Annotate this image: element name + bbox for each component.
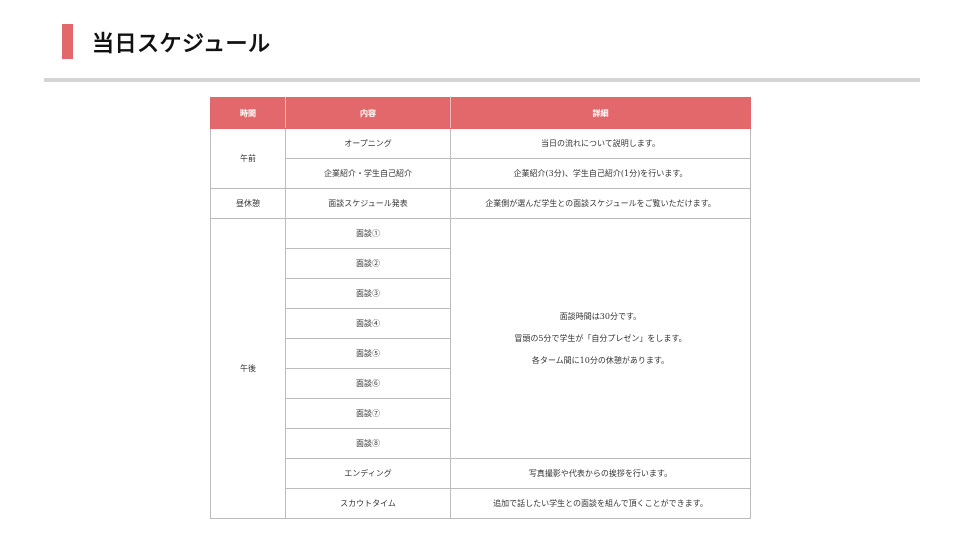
- detail-cell: 追加で話したい学生との面談を組んで頂くことができます。: [450, 488, 751, 519]
- title-divider: [44, 78, 920, 82]
- interview-cell: 面談⑤: [285, 338, 451, 369]
- detail-cell: 当日の流れについて説明します。: [450, 128, 751, 159]
- header-content: 内容: [285, 97, 451, 129]
- interview-detail-cell: 面談時間は30分です。 冒頭の5分で学生が「自分プレゼン」をします。 各ターム間…: [450, 218, 751, 459]
- interview-detail-line: 冒頭の5分で学生が「自分プレゼン」をします。: [514, 333, 687, 343]
- time-cell-lunch: 昼休憩: [210, 188, 286, 219]
- table-row: 午後 面談① 面談時間は30分です。 冒頭の5分で学生が「自分プレゼン」をします…: [210, 218, 751, 519]
- content-cell: エンディング: [285, 458, 451, 489]
- interview-cell: 面談⑧: [285, 428, 451, 459]
- table-row: 企業紹介・学生自己紹介 企業紹介(3分)、学生自己紹介(1分)を行います。: [211, 158, 751, 189]
- interview-cell: 面談⑥: [285, 368, 451, 399]
- table-row: スカウトタイム 追加で話したい学生との面談を組んで頂くことができます。: [211, 488, 751, 519]
- detail-cell: 企業側が選んだ学生との面談スケジュールをご覧いただけます。: [450, 188, 751, 219]
- interview-cell: 面談②: [285, 248, 451, 279]
- schedule-table: 時間 内容 詳細 午前 オープニング 当日の流れについて説明します。 企業紹介・…: [210, 97, 751, 519]
- content-cell: 面談スケジュール発表: [285, 188, 451, 219]
- header-time: 時間: [210, 97, 286, 129]
- time-cell-morning: 午前: [210, 128, 286, 189]
- detail-cell: 写真撮影や代表からの挨拶を行います。: [450, 458, 751, 489]
- content-cell: スカウトタイム: [285, 488, 451, 519]
- detail-cell: 企業紹介(3分)、学生自己紹介(1分)を行います。: [450, 158, 751, 189]
- table-row: 午前 オープニング 当日の流れについて説明します。: [210, 128, 751, 189]
- interview-cell: 面談①: [285, 218, 451, 249]
- content-cell: 企業紹介・学生自己紹介: [285, 158, 451, 189]
- header-detail: 詳細: [450, 97, 751, 129]
- interview-detail-line: 面談時間は30分です。: [559, 311, 642, 321]
- interview-cell: 面談③: [285, 278, 451, 309]
- title-accent-bar: [62, 24, 73, 59]
- table-row: エンディング 写真撮影や代表からの挨拶を行います。: [211, 458, 751, 489]
- time-cell-afternoon: 午後: [210, 218, 286, 519]
- table-header-row: 時間 内容 詳細: [210, 97, 751, 129]
- content-cell: オープニング: [285, 128, 451, 159]
- table-row: 昼休憩 面談スケジュール発表 企業側が選んだ学生との面談スケジュールをご覧いただ…: [210, 188, 751, 219]
- interview-cell: 面談⑦: [285, 398, 451, 429]
- page-title: 当日スケジュール: [92, 32, 271, 57]
- interview-detail-line: 各ターム間に10分の休憩があります。: [531, 355, 670, 365]
- interview-cell: 面談④: [285, 308, 451, 339]
